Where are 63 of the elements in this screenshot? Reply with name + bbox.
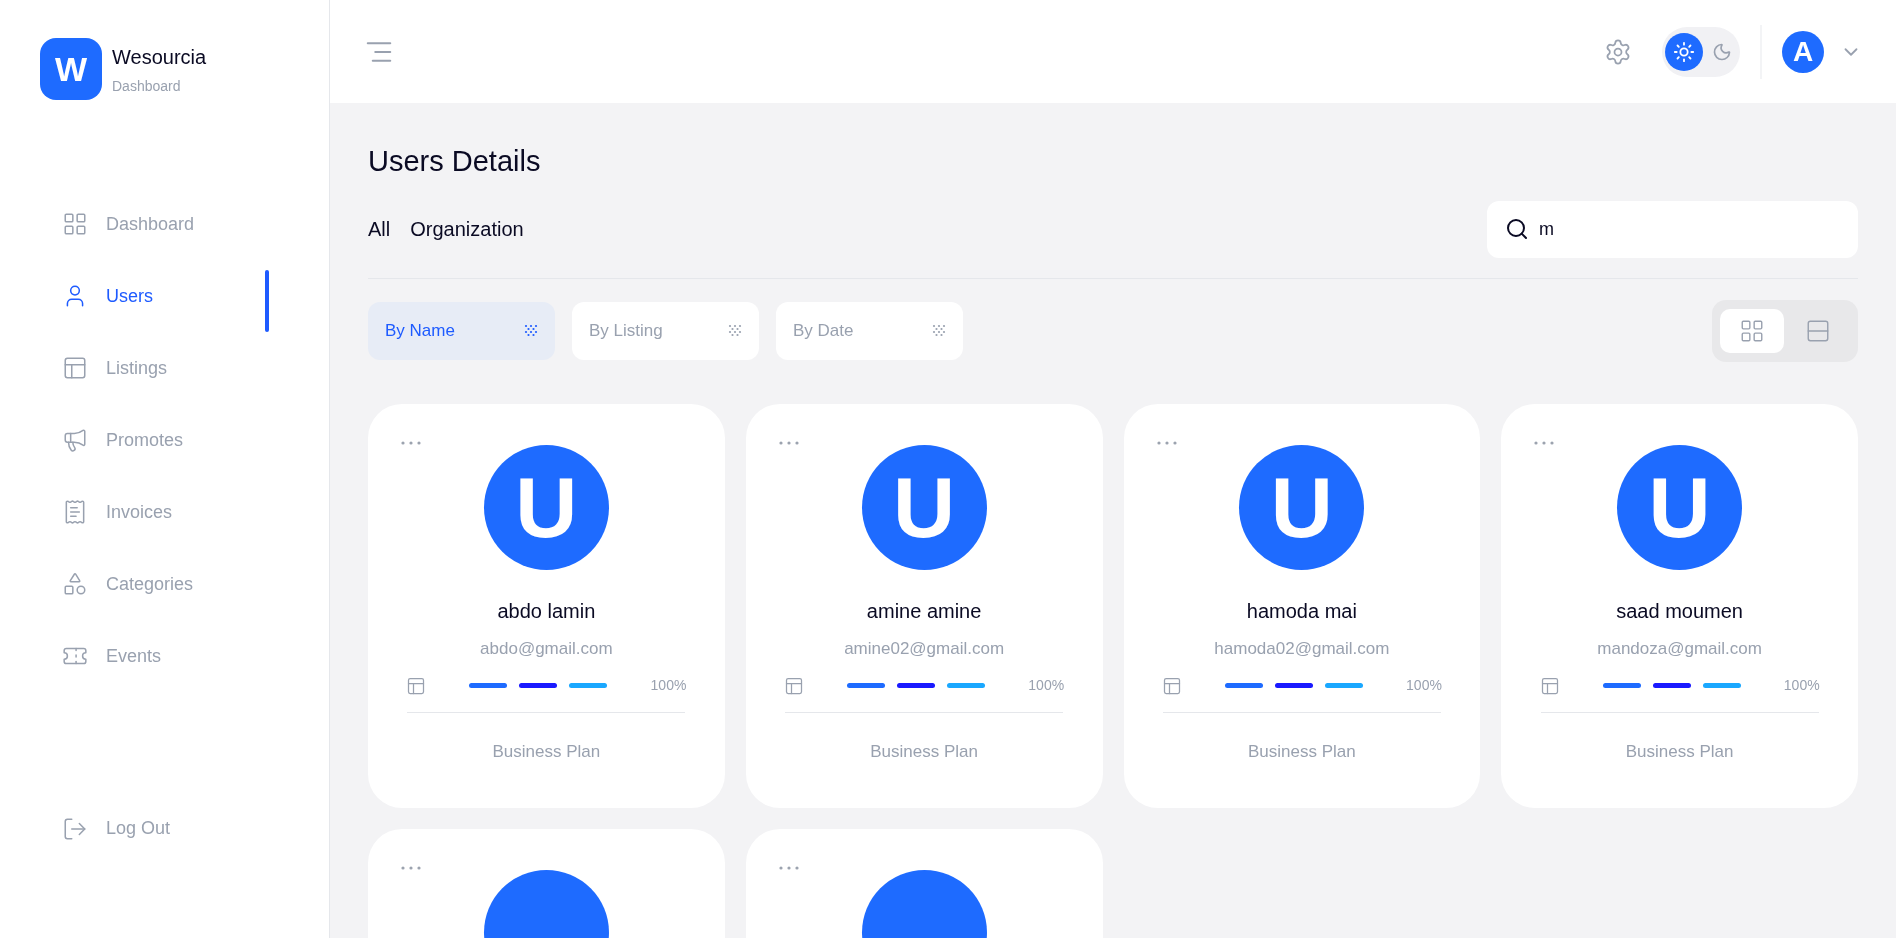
sun-icon[interactable] [1665, 32, 1703, 71]
sidebar-item[interactable]: Dashboard [0, 210, 195, 238]
filter-chip[interactable]: By Name [368, 301, 555, 360]
dots-icon [728, 323, 742, 338]
active-indicator [265, 270, 269, 332]
plan-name: Business Plan [1625, 741, 1734, 763]
user-email: hamoda02@gmail.com [1214, 637, 1390, 660]
settings-icon[interactable] [1604, 37, 1632, 66]
listing-icon [406, 675, 427, 696]
search-field[interactable]: m [1487, 200, 1858, 258]
user-email: mandoza@gmail.com [1597, 637, 1762, 660]
user-name: hamoda mai [1246, 598, 1357, 624]
user-email: amine02@gmail.com [844, 637, 1005, 660]
tab[interactable]: All [368, 214, 391, 244]
avatar: U [861, 444, 987, 570]
sidebar-item[interactable]: Users [0, 282, 153, 310]
plan-name: Business Plan [870, 741, 978, 763]
page-title: Users Details [368, 144, 542, 179]
more-options-icon[interactable] [1155, 439, 1178, 446]
logout-link[interactable]: Log Out [0, 815, 329, 842]
user-email: abdo@gmail.com [480, 637, 613, 660]
megaphone-icon [62, 427, 88, 453]
more-options-icon[interactable] [400, 439, 422, 446]
theme-toggle[interactable] [1662, 26, 1740, 77]
grid-icon [62, 211, 88, 237]
user-avatar[interactable]: A [1782, 30, 1824, 73]
listing-icon [784, 675, 805, 696]
dots-icon [524, 323, 538, 338]
avatar: U [1239, 444, 1365, 570]
user-name: amine amine [866, 598, 982, 624]
more-options-icon[interactable] [777, 864, 800, 871]
filter-chip[interactable]: By Listing [572, 301, 759, 360]
progress-reading: 100% [1783, 676, 1820, 695]
progress-reading: 100% [1406, 676, 1442, 695]
plan-name: Business Plan [1248, 741, 1356, 763]
sidebar-item[interactable]: Invoices [0, 498, 173, 526]
progress-reading: 100% [1028, 676, 1065, 695]
tab[interactable]: Organization [410, 214, 524, 244]
user-name: saad moumen [1616, 598, 1743, 624]
avatar: U [1617, 444, 1743, 570]
sidebar-item[interactable]: Promotes [0, 426, 184, 454]
sidebar-item[interactable]: Events [0, 642, 162, 670]
logout-icon [62, 815, 88, 842]
brand-logo: W [40, 38, 102, 100]
dots-icon [932, 323, 946, 338]
more-options-icon[interactable] [1533, 439, 1556, 446]
more-options-icon[interactable] [400, 864, 422, 871]
avatar: U [483, 444, 609, 570]
user-name: abdo lamin [497, 598, 596, 624]
search-icon [1505, 216, 1529, 241]
listing-icon [1161, 675, 1182, 696]
sidebar-item[interactable]: Listings [0, 354, 168, 382]
shapes-icon [62, 571, 88, 597]
sidebar-item[interactable]: Categories [0, 570, 194, 598]
plan-name: Business Plan [492, 741, 601, 763]
grid-view-button[interactable] [1720, 308, 1784, 353]
brand-name: Wesourcia [112, 44, 207, 70]
more-options-icon[interactable] [777, 439, 800, 446]
filter-chip[interactable]: By Date [776, 301, 963, 360]
brand-subtitle: Dashboard [112, 76, 182, 96]
layout-icon [62, 355, 88, 381]
listing-icon [1539, 675, 1560, 696]
progress-reading: 100% [650, 676, 687, 695]
